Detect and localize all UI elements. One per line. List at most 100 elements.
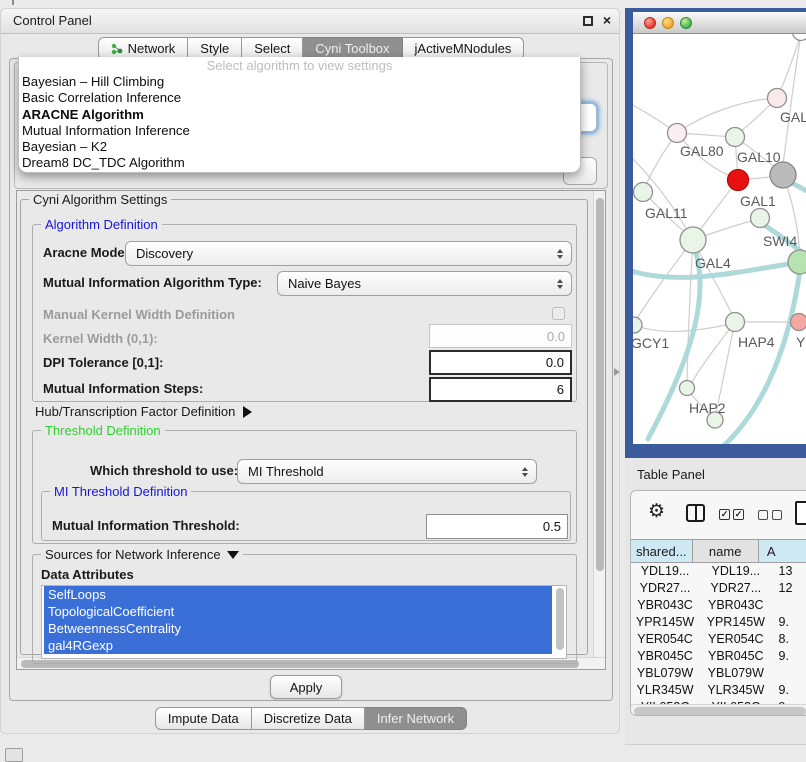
float-window-icon[interactable] — [583, 16, 593, 26]
table-row[interactable]: YBR043C YBR043C — [631, 597, 806, 614]
list-scrollbar[interactable] — [556, 588, 565, 652]
node-gal11[interactable] — [634, 183, 653, 202]
tab-discretize-data[interactable]: Discretize Data — [252, 707, 365, 730]
node-gray[interactable] — [770, 162, 796, 188]
table-row[interactable]: YPR145W YPR145W 9. — [631, 614, 806, 631]
cell[interactable] — [773, 597, 806, 614]
dropdown-item-highlighted[interactable]: ARACNE Algorithm — [19, 107, 580, 123]
tab-impute-data[interactable]: Impute Data — [155, 707, 252, 730]
cell[interactable]: 13 — [773, 563, 806, 580]
cell[interactable]: YBR043C — [699, 597, 772, 614]
node-green[interactable] — [788, 250, 806, 274]
close-icon[interactable]: × — [603, 12, 611, 28]
split-columns-icon[interactable] — [686, 504, 705, 522]
cell[interactable]: YPR145W — [699, 614, 772, 631]
aracne-mode-combobox[interactable]: Discovery — [125, 241, 572, 266]
node-unlabeled[interactable] — [793, 34, 806, 41]
cell[interactable]: YLR345W — [631, 682, 699, 699]
vertical-scrollbar-thumb[interactable] — [596, 198, 604, 571]
mi-threshold-input[interactable] — [426, 514, 568, 539]
gear-icon[interactable]: ⚙ — [648, 499, 665, 525]
tab-infer-network[interactable]: Infer Network — [365, 707, 467, 730]
vertical-scrollbar[interactable] — [593, 191, 605, 657]
mi-type-combobox[interactable]: Naive Bayes — [277, 271, 572, 296]
table-row[interactable]: YBL079W YBL079W — [631, 665, 806, 682]
list-item[interactable]: SelfLoops — [44, 586, 552, 603]
dropdown-item[interactable]: Bayesian – Hill Climbing — [19, 74, 580, 90]
table-row[interactable]: YBR045C YBR045C 9. — [631, 648, 806, 665]
checked-checkbox-icon[interactable]: ✓ — [719, 509, 730, 520]
list-item[interactable]: gal4RGexp — [44, 637, 552, 654]
cell[interactable]: YBR045C — [631, 648, 699, 665]
tab-label: Select — [254, 41, 290, 56]
dropdown-item[interactable]: Bayesian – K2 — [19, 139, 580, 155]
cell[interactable]: YBL079W — [699, 665, 772, 682]
list-scrollbar-thumb[interactable] — [556, 588, 564, 650]
list-item[interactable]: BetweennessCentrality — [44, 620, 552, 637]
collapsed-panel-button[interactable] — [5, 748, 23, 762]
cell[interactable]: 8. — [773, 631, 806, 648]
screen: Control Panel × Network Style Select — [0, 0, 806, 762]
node-label: GAL — [780, 109, 806, 125]
mi-steps-input[interactable] — [429, 377, 572, 402]
cell[interactable]: YDL19... — [631, 563, 699, 580]
network-graph[interactable]: GAL GAL80 GAL10 GAL1 GAL11 SWI4 GAL4 GCY… — [633, 34, 806, 444]
node-gal10[interactable] — [726, 128, 745, 147]
cell[interactable]: YBL079W — [631, 665, 699, 682]
node-swi4[interactable] — [751, 209, 770, 228]
control-panel-titlebar: Control Panel × — [1, 9, 619, 34]
artifact-tick — [12, 0, 14, 5]
column-header-name[interactable]: name — [693, 539, 759, 563]
cell[interactable]: 12 — [773, 580, 806, 597]
dropdown-item[interactable]: Mutual Information Inference — [19, 123, 580, 139]
cell[interactable]: 9. — [773, 614, 806, 631]
dropdown-item[interactable]: Basic Correlation Inference — [19, 90, 580, 106]
node-gcy1[interactable] — [633, 317, 642, 333]
checked-checkbox-icon[interactable]: ✓ — [733, 509, 744, 520]
column-header-shared-name[interactable]: shared... — [631, 539, 693, 563]
apply-label: Apply — [290, 680, 323, 695]
sources-toggle[interactable]: Sources for Network Inference — [41, 547, 243, 562]
dropdown-item[interactable]: Dream8 DC_TDC Algorithm — [19, 155, 580, 171]
node-red[interactable] — [728, 170, 749, 191]
split-pane-collapse-arrow[interactable] — [614, 368, 620, 376]
node-gal80[interactable] — [668, 124, 687, 143]
node-hap4[interactable] — [726, 313, 745, 332]
node-gal4[interactable] — [680, 227, 706, 253]
cell[interactable]: YBR043C — [631, 597, 699, 614]
which-threshold-combobox[interactable]: MI Threshold — [237, 459, 537, 484]
cell[interactable]: YER054C — [631, 631, 699, 648]
table-card: ⚙ ✓ ✓ shared... name A YDL19... YDL19...… — [630, 490, 806, 716]
table-row[interactable]: YDR27... YDR27... 12 — [631, 580, 806, 597]
column-header-clipped[interactable]: A — [759, 539, 806, 563]
table-row[interactable]: YDL19... YDL19... 13 — [631, 563, 806, 580]
table-horizontal-scrollbar-thumb[interactable] — [634, 707, 806, 716]
cell[interactable]: YLR345W — [699, 682, 772, 699]
document-icon[interactable] — [795, 501, 806, 525]
cell[interactable]: 9. — [773, 682, 806, 699]
close-traffic-light-icon[interactable] — [644, 17, 656, 29]
zoom-traffic-light-icon[interactable] — [680, 17, 692, 29]
dpi-tolerance-input[interactable] — [429, 350, 572, 375]
node-hap2[interactable] — [680, 381, 695, 396]
table-row[interactable]: YER054C YER054C 8. — [631, 631, 806, 648]
network-window-titlebar[interactable] — [633, 12, 806, 34]
node-salmon[interactable] — [791, 314, 806, 331]
cell[interactable]: YDL19... — [699, 563, 772, 580]
cell[interactable]: YPR145W — [631, 614, 699, 631]
cell[interactable]: 9. — [773, 648, 806, 665]
hub-definition-toggle[interactable]: Hub/Transcription Factor Definition — [35, 404, 252, 419]
apply-button[interactable]: Apply — [270, 675, 342, 699]
cell[interactable]: YDR27... — [631, 580, 699, 597]
minimize-traffic-light-icon[interactable] — [662, 17, 674, 29]
cell[interactable]: YDR27... — [699, 580, 772, 597]
cell[interactable]: YER054C — [699, 631, 772, 648]
list-item[interactable]: TopologicalCoefficient — [44, 603, 552, 620]
cell[interactable] — [773, 665, 806, 682]
table-row[interactable]: YLR345W YLR345W 9. — [631, 682, 806, 699]
unchecked-checkbox-icon[interactable] — [758, 510, 768, 520]
node-gal2[interactable] — [768, 89, 787, 108]
cell[interactable]: YBR045C — [699, 648, 772, 665]
table-horizontal-scrollbar[interactable] — [631, 704, 806, 716]
unchecked-checkbox-icon[interactable] — [772, 510, 782, 520]
